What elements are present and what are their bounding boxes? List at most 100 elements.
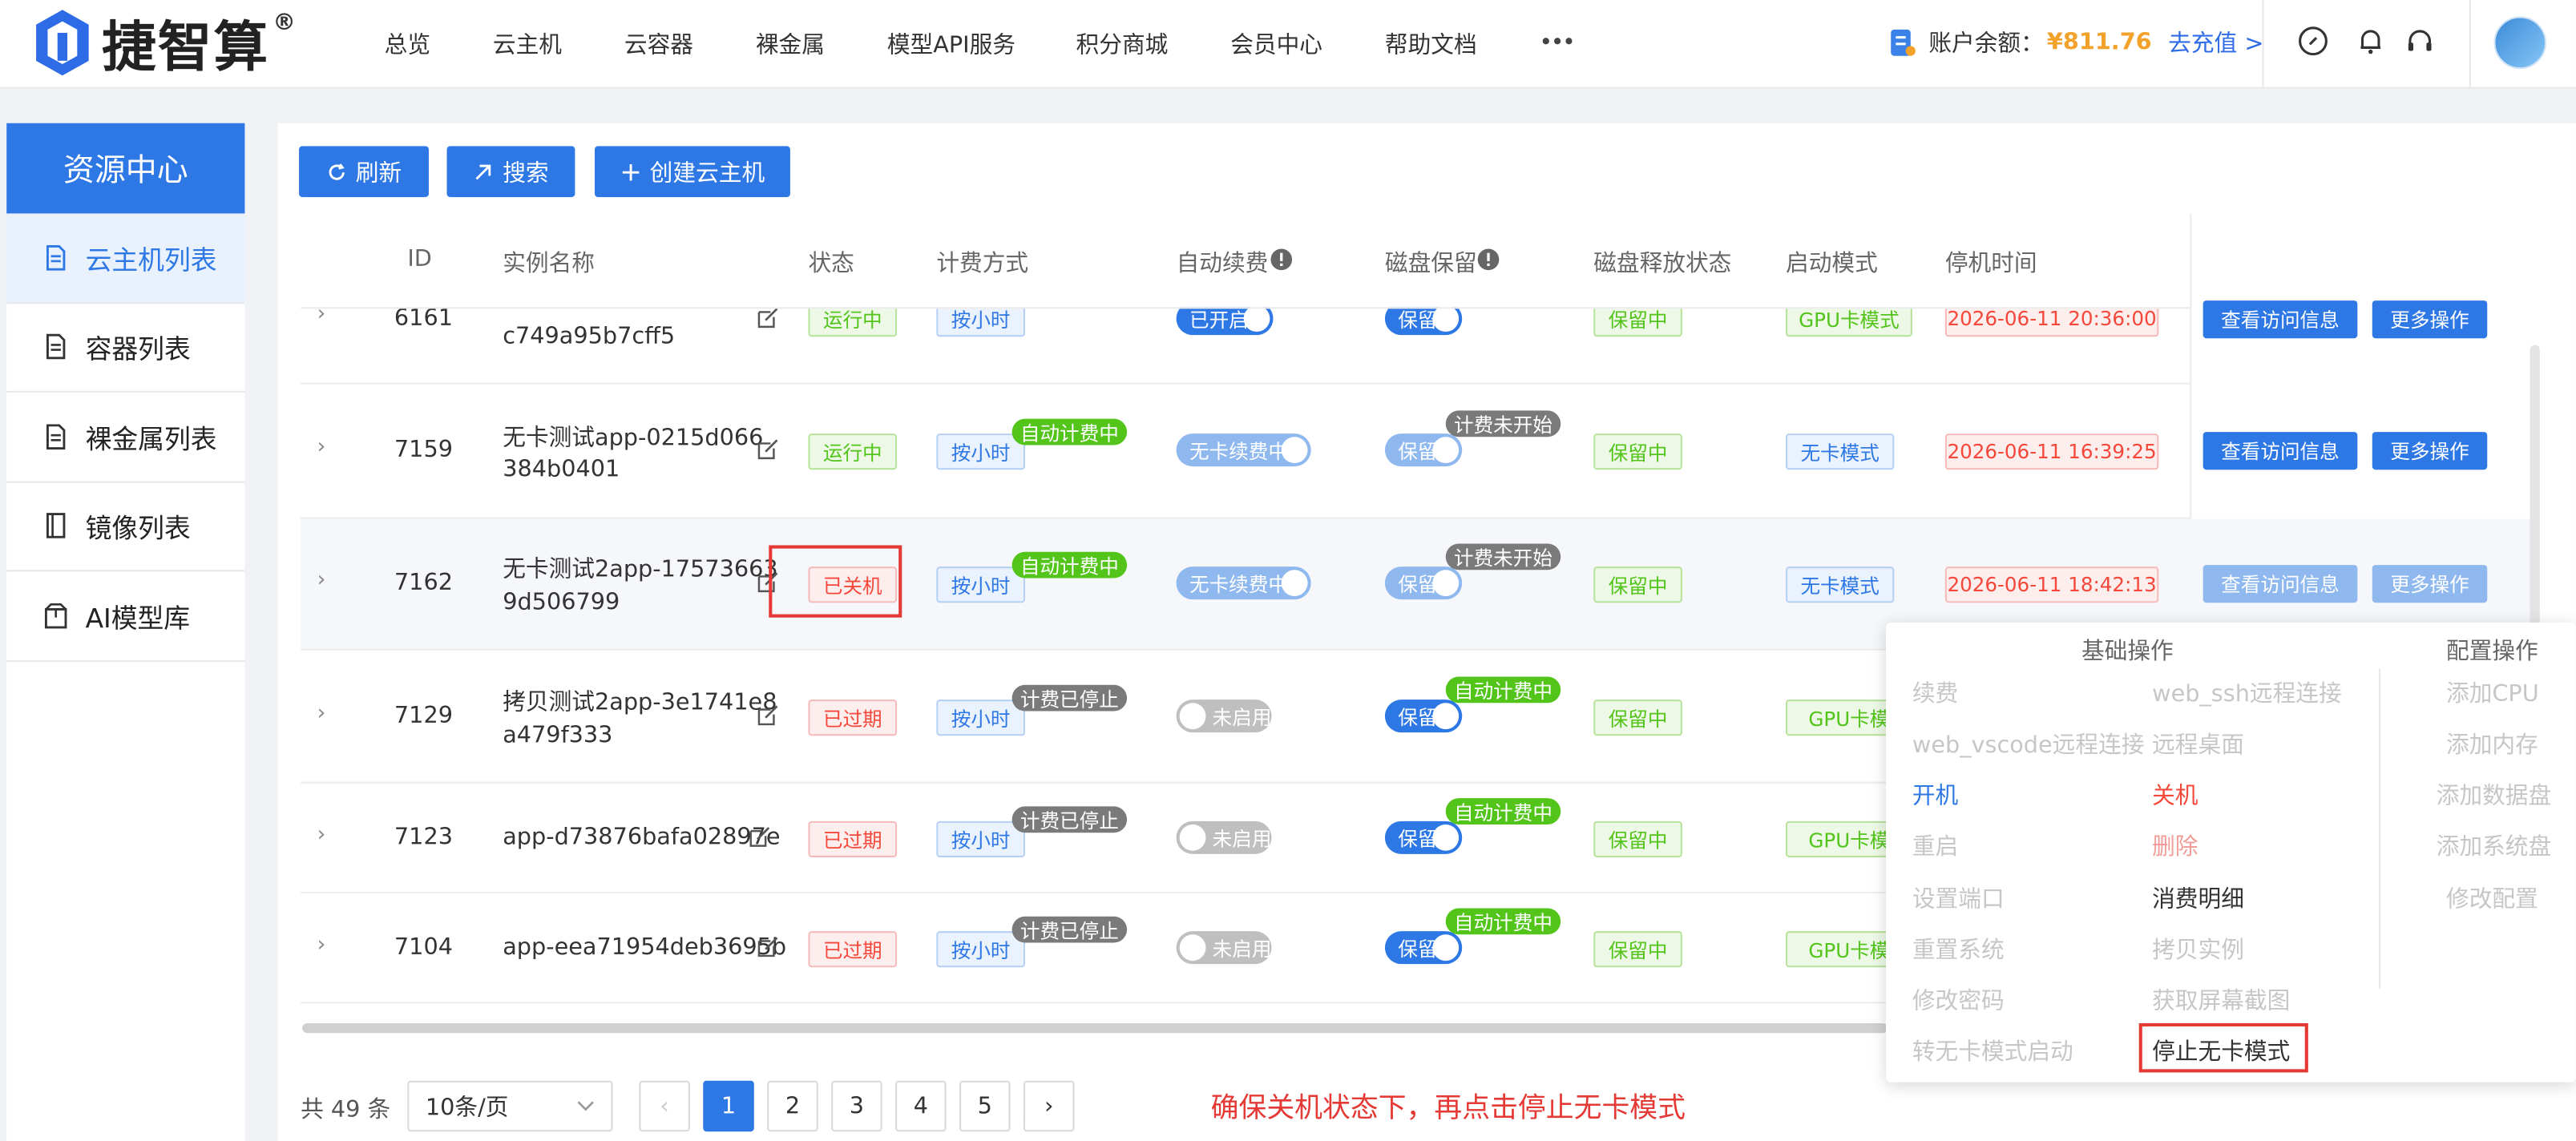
switch-label: 已开启 [1189, 308, 1249, 332]
nav-cloud-container[interactable]: 云容器 [624, 28, 693, 61]
edit-icon[interactable] [756, 305, 781, 330]
auto-renew-switch[interactable]: 未启用 [1176, 700, 1271, 733]
page-button[interactable]: 4 [895, 1080, 947, 1132]
user-avatar[interactable] [2493, 16, 2547, 70]
menu-item-add-system-disk[interactable]: 添加系统盘 [2437, 829, 2551, 862]
nav-member-center[interactable]: 会员中心 [1230, 28, 1322, 61]
menu-item-add-data-disk[interactable]: 添加数据盘 [2437, 779, 2551, 812]
expand-chevron-icon[interactable]: › [317, 823, 326, 848]
edit-icon[interactable] [756, 437, 781, 462]
row-name-line1: 无卡测试app-0215d066 [503, 425, 764, 452]
billing-tag: 按小时 [936, 700, 1026, 736]
menu-item-power-on[interactable]: 开机 [1912, 779, 1958, 812]
page-size-select[interactable]: 10条/页 [407, 1080, 613, 1132]
page-button[interactable]: 1 [703, 1080, 754, 1132]
more-actions-button[interactable]: 更多操作 [2372, 432, 2488, 470]
prev-page-button[interactable]: ‹ [639, 1080, 690, 1132]
document-icon [46, 423, 66, 450]
col-disk-release: 磁盘释放状态 [1593, 251, 1732, 278]
nav-bare-metal[interactable]: 裸金属 [756, 28, 825, 61]
sidebar-item-ai-model-library[interactable]: AI模型库 [6, 571, 245, 662]
menu-item-web-ssh[interactable]: web_ssh远程连接 [2152, 676, 2342, 709]
view-access-info-button[interactable]: 查看访问信息 [2203, 565, 2358, 603]
more-actions-button[interactable]: 更多操作 [2372, 565, 2488, 603]
menu-item-modify-config[interactable]: 修改配置 [2446, 882, 2538, 915]
menu-item-remote-desktop[interactable]: 远程桌面 [2152, 728, 2244, 760]
document-icon [46, 244, 66, 271]
sidebar-item-image-list[interactable]: 镜像列表 [6, 482, 245, 572]
view-access-info-button[interactable]: 查看访问信息 [2203, 432, 2358, 470]
more-dots-icon[interactable] [1542, 38, 1573, 45]
sidebar-item-bare-metal-list[interactable]: 裸金属列表 [6, 393, 245, 482]
expand-chevron-icon[interactable]: › [317, 701, 326, 726]
sidebar-item-container-list[interactable]: 容器列表 [6, 303, 245, 393]
col-instance-name: 实例名称 [503, 251, 595, 278]
nav-cloud-host[interactable]: 云主机 [493, 28, 562, 61]
menu-item-web-vscode[interactable]: web_vscode远程连接 [1912, 728, 2145, 760]
disk-keep-switch[interactable]: 保留 [1384, 700, 1463, 733]
status-badge: 已过期 [808, 700, 898, 736]
bell-icon[interactable] [2354, 25, 2387, 58]
menu-item-consumption-detail[interactable]: 消费明细 [2152, 882, 2244, 915]
menu-item-cardless-start[interactable]: 转无卡模式启动 [1912, 1034, 2073, 1067]
auto-renew-switch[interactable]: 无卡续费中 [1176, 433, 1311, 467]
disk-keep-switch[interactable]: 保留 [1384, 433, 1463, 467]
menu-item-restart[interactable]: 重启 [1912, 829, 1958, 862]
billing-status-badge: 自动计费中 [1011, 418, 1128, 446]
horizontal-scrollbar[interactable] [302, 1022, 1888, 1034]
page-button[interactable]: 5 [959, 1080, 1011, 1132]
search-button[interactable]: 搜索 [446, 146, 575, 197]
edit-icon[interactable] [748, 825, 773, 849]
more-actions-button[interactable]: 更多操作 [2372, 300, 2488, 339]
sidebar-item-cloud-host-list[interactable]: 云主机列表 [6, 213, 245, 304]
page-button[interactable]: 2 [767, 1080, 818, 1132]
next-page-button[interactable]: › [1023, 1080, 1075, 1132]
expand-chevron-icon[interactable]: › [317, 435, 326, 460]
logo-icon [36, 10, 89, 76]
menu-item-add-cpu[interactable]: 添加CPU [2446, 676, 2539, 709]
menu-item-copy-instance[interactable]: 拷贝实例 [2152, 933, 2244, 966]
auto-renew-switch[interactable]: 未启用 [1176, 931, 1271, 965]
link-icon[interactable] [2296, 25, 2329, 58]
row-divider [301, 382, 2190, 385]
brand-logo[interactable]: 捷智算 ® [33, 3, 296, 82]
recharge-link[interactable]: 去充值 > [2168, 26, 2263, 59]
switch-knob [1432, 824, 1460, 851]
expand-chevron-icon[interactable]: › [317, 568, 326, 593]
menu-item-screenshot[interactable]: 获取屏幕截图 [2152, 984, 2290, 1017]
menu-item-renew[interactable]: 续费 [1912, 676, 1958, 709]
disk-keep-switch[interactable]: 保留 [1384, 820, 1463, 854]
nav-model-api[interactable]: 模型API服务 [887, 28, 1015, 61]
switch-label: 无卡续费中 [1189, 439, 1288, 462]
edit-icon[interactable] [756, 934, 781, 959]
refresh-button[interactable]: 刷新 [299, 146, 429, 197]
menu-item-change-password[interactable]: 修改密码 [1912, 984, 2005, 1017]
disk-keep-switch[interactable]: 保留 [1384, 931, 1463, 965]
menu-item-set-port[interactable]: 设置端口 [1912, 882, 2005, 915]
nav-help-docs[interactable]: 帮助文档 [1385, 28, 1477, 61]
menu-item-add-memory[interactable]: 添加内存 [2446, 728, 2538, 760]
expand-chevron-icon[interactable]: › [317, 933, 326, 958]
disk-keep-switch[interactable]: 保留 [1384, 566, 1463, 600]
menu-item-delete[interactable]: 删除 [2152, 829, 2198, 862]
auto-renew-switch[interactable]: 未启用 [1176, 820, 1272, 854]
create-cloud-host-button[interactable]: 创建云主机 [594, 146, 790, 197]
menu-item-shutdown[interactable]: 关机 [2152, 779, 2198, 812]
view-access-info-button[interactable]: 查看访问信息 [2203, 300, 2358, 339]
info-icon[interactable] [1270, 248, 1293, 272]
edit-icon[interactable] [756, 703, 781, 728]
switch-label: 未启用 [1212, 827, 1272, 850]
nav-points-mall[interactable]: 积分商城 [1076, 28, 1169, 61]
balance-value: ¥811.76 [2046, 29, 2152, 56]
nav-overview[interactable]: 总览 [385, 28, 430, 61]
page-button[interactable]: 3 [831, 1080, 882, 1132]
headset-icon[interactable] [2404, 25, 2437, 58]
auto-renew-switch[interactable]: 无卡续费中 [1176, 566, 1311, 600]
row-name-line1: 无卡测试2app-17573663 [503, 556, 778, 583]
menu-item-reset-system[interactable]: 重置系统 [1912, 933, 2005, 966]
switch-label: 无卡续费中 [1189, 572, 1288, 596]
info-icon[interactable] [1477, 248, 1500, 272]
switch-label: 保留 [1398, 572, 1438, 596]
switch-knob [1432, 934, 1460, 962]
disk-billing-badge: 自动计费中 [1445, 908, 1561, 935]
